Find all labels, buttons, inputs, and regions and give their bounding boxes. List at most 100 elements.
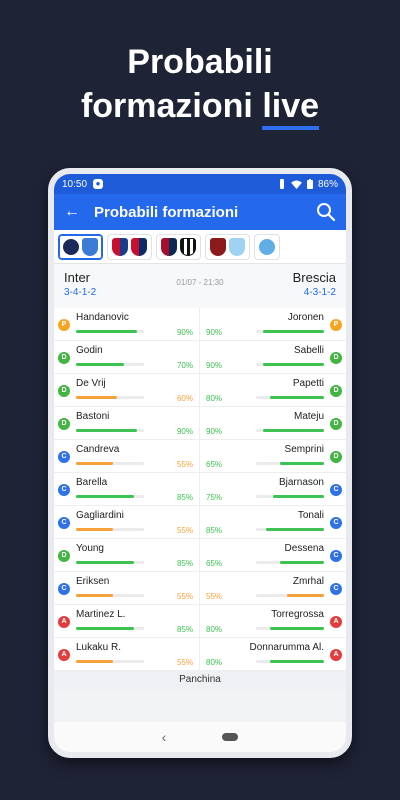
player-name: Young bbox=[76, 543, 104, 554]
probability-fill bbox=[76, 594, 114, 597]
away-player[interactable]: D Mateju 90% bbox=[200, 407, 346, 439]
probability-bar bbox=[76, 396, 144, 399]
nav-home-pill-icon[interactable] bbox=[222, 733, 239, 741]
away-player[interactable]: D Papetti 80% bbox=[200, 374, 346, 406]
probability-bar bbox=[76, 429, 144, 432]
role-badge: D bbox=[330, 385, 342, 397]
inter-crest-icon bbox=[63, 238, 79, 255]
probability-fill bbox=[266, 528, 324, 531]
probability-bar bbox=[256, 363, 324, 366]
player-name: Bjarnason bbox=[278, 477, 324, 488]
match-chip-inter-brescia[interactable] bbox=[58, 233, 103, 260]
role-badge: D bbox=[58, 352, 70, 364]
player-name: Handanovic bbox=[76, 312, 129, 323]
home-player[interactable]: C Barella 85% bbox=[54, 473, 200, 505]
away-player[interactable]: A Torregrossa 80% bbox=[200, 605, 346, 637]
lineup-row: C Candreva 55% D Semprini 65% bbox=[54, 440, 346, 473]
lineup-row: C Eriksen 55% C Zmrhal 55% bbox=[54, 572, 346, 605]
bench-tab[interactable]: Panchina bbox=[54, 671, 346, 689]
probability-bar bbox=[256, 495, 324, 498]
match-selector bbox=[54, 230, 346, 264]
battery-icon bbox=[306, 179, 313, 189]
probability-percent: 90% bbox=[206, 361, 223, 370]
player-name: Tonali bbox=[297, 510, 324, 521]
lineup-row: C Barella 85% C Bjarnason 75% bbox=[54, 473, 346, 506]
role-badge: A bbox=[58, 616, 70, 628]
page-title: Probabili formazioni bbox=[94, 203, 239, 221]
back-arrow-icon[interactable]: ← bbox=[64, 203, 84, 221]
status-right: 86% bbox=[278, 179, 338, 190]
home-player[interactable]: C Candreva 55% bbox=[54, 440, 200, 472]
home-player[interactable]: A Martinez L. 85% bbox=[54, 605, 200, 637]
role-badge: C bbox=[330, 550, 342, 562]
probability-fill bbox=[269, 660, 324, 663]
lazio-crest-icon bbox=[229, 237, 245, 256]
role-badge: D bbox=[330, 451, 342, 463]
home-player[interactable]: D De Vrij 60% bbox=[54, 374, 200, 406]
promo-highlight: live bbox=[262, 84, 319, 130]
home-player[interactable]: A Lukaku R. 55% bbox=[54, 638, 200, 670]
home-player[interactable]: P Handanovic 90% bbox=[54, 308, 200, 340]
home-formation: 3-4-1-2 bbox=[64, 287, 97, 298]
lineup-row: D Young 85% C Dessena 65% bbox=[54, 539, 346, 572]
torino-crest-icon bbox=[210, 237, 226, 256]
wifi-icon bbox=[291, 179, 302, 189]
away-player[interactable]: C Dessena 65% bbox=[200, 539, 346, 571]
probability-bar bbox=[76, 528, 144, 531]
player-name: Eriksen bbox=[76, 576, 110, 587]
nav-back-icon[interactable]: ‹ bbox=[162, 729, 167, 745]
promo-line-2: formazioni live bbox=[0, 84, 400, 130]
player-name: Joronen bbox=[287, 312, 324, 323]
probability-bar bbox=[256, 561, 324, 564]
probability-fill bbox=[76, 429, 138, 432]
probability-bar bbox=[76, 561, 144, 564]
away-player[interactable]: P Joronen 90% bbox=[200, 308, 346, 340]
probability-percent: 90% bbox=[176, 328, 193, 337]
match-chip-genoa-juventus[interactable] bbox=[156, 233, 201, 260]
home-player[interactable]: C Eriksen 55% bbox=[54, 572, 200, 604]
home-player[interactable]: D Bastoni 90% bbox=[54, 407, 200, 439]
probability-percent: 80% bbox=[206, 658, 223, 667]
away-player[interactable]: C Tonali 85% bbox=[200, 506, 346, 538]
probability-percent: 55% bbox=[176, 592, 193, 601]
probability-fill bbox=[76, 330, 138, 333]
probability-percent: 55% bbox=[176, 526, 193, 535]
probability-percent: 65% bbox=[206, 559, 223, 568]
cagliari-crest-icon bbox=[131, 237, 147, 256]
home-player[interactable]: C Gagliardini 55% bbox=[54, 506, 200, 538]
match-chip-torino-lazio[interactable] bbox=[205, 233, 250, 260]
probability-bar bbox=[256, 660, 324, 663]
probability-bar bbox=[76, 462, 144, 465]
player-name: Candreva bbox=[76, 444, 120, 455]
probability-fill bbox=[279, 462, 324, 465]
probability-fill bbox=[76, 561, 134, 564]
away-player[interactable]: D Semprini 65% bbox=[200, 440, 346, 472]
lineup-row: D De Vrij 60% D Papetti 80% bbox=[54, 374, 346, 407]
search-icon[interactable] bbox=[316, 202, 336, 222]
probability-bar bbox=[76, 363, 144, 366]
match-chip-spal[interactable] bbox=[254, 233, 280, 260]
lineup-row: D Bastoni 90% D Mateju 90% bbox=[54, 407, 346, 440]
player-name: Gagliardini bbox=[76, 510, 124, 521]
home-player[interactable]: D Godin 70% bbox=[54, 341, 200, 373]
status-time: 10:50 bbox=[62, 178, 88, 190]
player-name: Lukaku R. bbox=[76, 642, 122, 653]
probability-fill bbox=[76, 495, 134, 498]
away-player[interactable]: D Sabelli 90% bbox=[200, 341, 346, 373]
probability-bar bbox=[256, 627, 324, 630]
genoa-crest-icon bbox=[161, 237, 177, 256]
probability-fill bbox=[76, 660, 114, 663]
home-player[interactable]: D Young 85% bbox=[54, 539, 200, 571]
probability-bar bbox=[256, 462, 324, 465]
probability-fill bbox=[286, 594, 324, 597]
probability-fill bbox=[262, 363, 324, 366]
away-player[interactable]: A Donnarumma Al. 80% bbox=[200, 638, 346, 670]
notification-icon: ● bbox=[93, 179, 104, 189]
away-player[interactable]: C Zmrhal 55% bbox=[200, 572, 346, 604]
match-chip-bologna-cagliari[interactable] bbox=[107, 233, 152, 260]
spal-crest-icon bbox=[259, 238, 275, 255]
probability-percent: 80% bbox=[206, 625, 223, 634]
role-badge: C bbox=[58, 517, 70, 529]
away-player[interactable]: C Bjarnason 75% bbox=[200, 473, 346, 505]
lineup-row: C Gagliardini 55% C Tonali 85% bbox=[54, 506, 346, 539]
